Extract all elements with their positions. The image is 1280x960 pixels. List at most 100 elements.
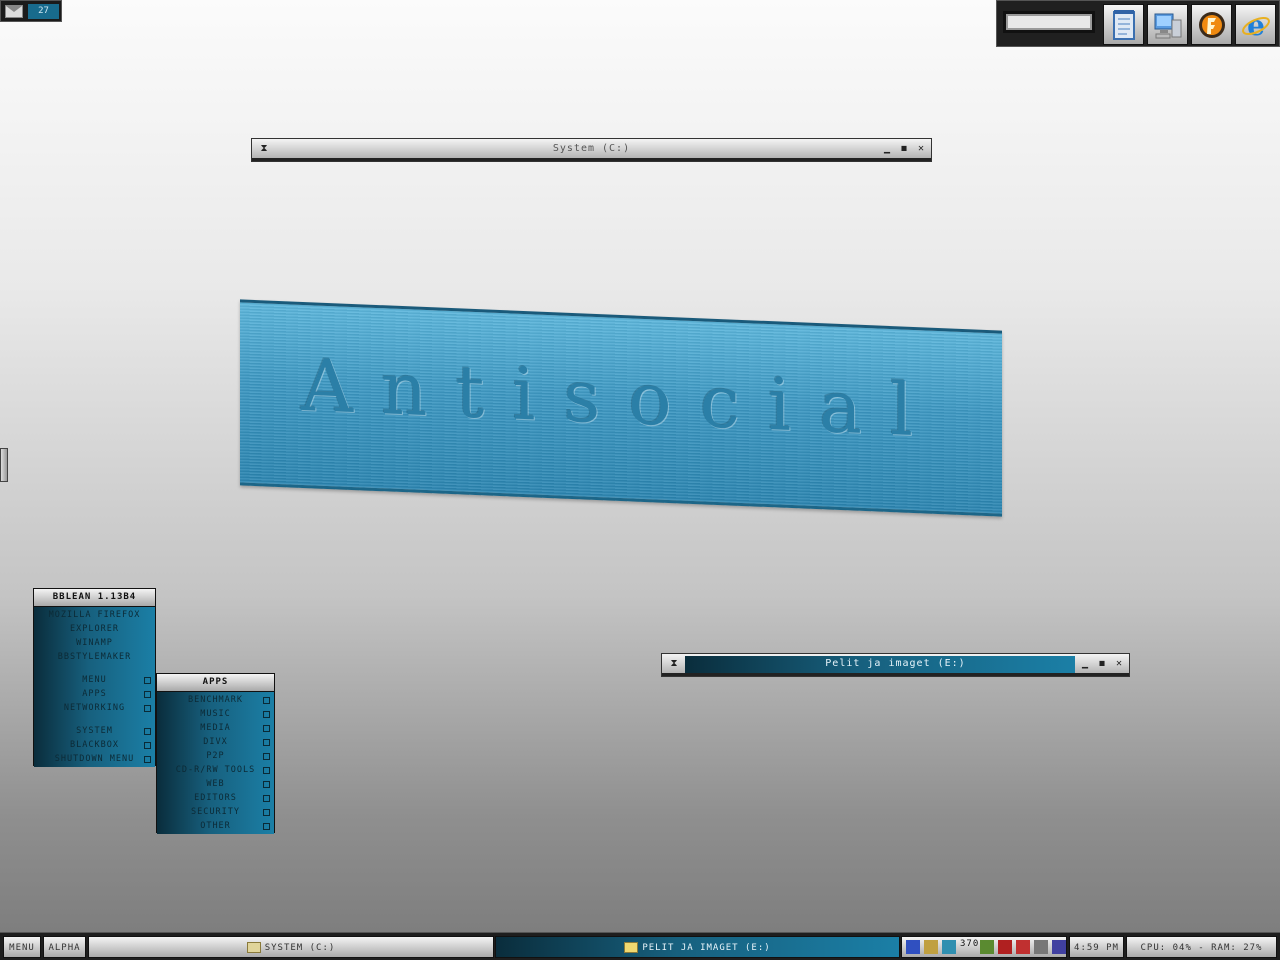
tray-badge[interactable]: 370 <box>960 937 979 951</box>
submenu-icon <box>263 781 270 788</box>
task-label: SYSTEM (C:) <box>264 943 336 953</box>
menu-item-label: NETWORKING <box>63 703 126 713</box>
apps-item-security[interactable]: SECURITY <box>157 805 274 819</box>
submenu-icon <box>263 823 270 830</box>
apps-item-divx[interactable]: DIVX <box>157 735 274 749</box>
main-menu: BBLEAN 1.13B4 MOZILLA FIREFOX EXPLORER W… <box>33 588 156 767</box>
maximize-icon[interactable]: ◼ <box>1096 658 1108 670</box>
banner-text: Antisocial <box>301 342 941 454</box>
apps-item-media[interactable]: MEDIA <box>157 721 274 735</box>
apps-item-web[interactable]: WEB <box>157 777 274 791</box>
menu-item-label: APPS <box>82 689 107 699</box>
toolbar-input[interactable] <box>1003 11 1095 33</box>
usb-icon[interactable] <box>1034 940 1048 954</box>
menu-item-winamp[interactable]: WINAMP <box>34 636 155 650</box>
apps-menu-body: BENCHMARK MUSIC MEDIA DIVX P2P CD-R/RW T… <box>157 692 274 834</box>
maximize-icon[interactable]: ◼ <box>898 143 910 155</box>
menu-item-explorer[interactable]: EXPLORER <box>34 622 155 636</box>
fl-studio-icon[interactable] <box>1191 4 1232 45</box>
menu-item-label: SECURITY <box>191 807 240 817</box>
taskbar-menu-button[interactable]: MENU <box>3 936 41 958</box>
apps-item-benchmark[interactable]: BENCHMARK <box>157 693 274 707</box>
window-title: System (C:) <box>552 143 631 154</box>
menu-item-label: MEDIA <box>200 723 231 733</box>
apps-item-p2p[interactable]: P2P <box>157 749 274 763</box>
window-system-titlebar[interactable]: ⧗ System (C:) ▁ ◼ ✕ <box>251 138 932 162</box>
task-system[interactable]: SYSTEM (C:) <box>88 936 494 958</box>
menu-item-menu[interactable]: MENU <box>34 673 155 687</box>
submenu-icon <box>144 691 151 698</box>
taskbar: MENU ALPHA SYSTEM (C:) PELIT JA IMAGET (… <box>0 932 1280 960</box>
monitor-icon[interactable] <box>980 940 994 954</box>
menu-item-shutdown[interactable]: SHUTDOWN MENU <box>34 752 155 766</box>
clock[interactable]: 4:59 PM <box>1069 936 1124 958</box>
minimize-icon[interactable]: ▁ <box>881 143 893 155</box>
my-computer-icon[interactable] <box>1147 4 1188 45</box>
menu-item-apps[interactable]: APPS <box>34 687 155 701</box>
apps-item-editors[interactable]: EDITORS <box>157 791 274 805</box>
window-frame-edge <box>662 673 1129 676</box>
submenu-icon <box>263 725 270 732</box>
window-frame-edge <box>252 158 931 161</box>
menu-item-label: MENU <box>82 675 107 685</box>
antivirus-icon[interactable] <box>998 940 1012 954</box>
menu-item-label: EDITORS <box>194 793 237 803</box>
folder-icon <box>246 942 261 953</box>
internet-explorer-icon[interactable]: e <box>1235 4 1276 45</box>
submenu-icon <box>144 742 151 749</box>
main-menu-title: BBLEAN 1.13B4 <box>34 589 155 607</box>
system-stats: CPU: 04% - RAM: 27% <box>1126 936 1277 958</box>
task-label: PELIT JA IMAGET (E:) <box>642 943 771 953</box>
apps-item-cdrw-tools[interactable]: CD-R/RW TOOLS <box>157 763 274 777</box>
window-pelit-titlebar[interactable]: ⧗ Pelit ja imaget (E:) ▁ ◼ ✕ <box>661 653 1130 677</box>
menu-item-label: SHUTDOWN MENU <box>54 754 135 764</box>
submenu-icon <box>144 728 151 735</box>
menu-item-label: CD-R/RW TOOLS <box>175 765 256 775</box>
svg-text:e: e <box>1247 9 1265 41</box>
submenu-icon <box>263 711 270 718</box>
plane-icon[interactable] <box>906 940 920 954</box>
mail-count: 27 <box>28 4 59 19</box>
notepad-icon[interactable] <box>1103 4 1144 45</box>
submenu-icon <box>263 809 270 816</box>
tool-icon[interactable] <box>924 940 938 954</box>
submenu-icon <box>144 756 151 763</box>
banner-panel: Antisocial <box>240 299 1002 517</box>
slit-toggle[interactable] <box>0 448 8 482</box>
apps-submenu: APPS BENCHMARK MUSIC MEDIA DIVX P2P CD-R… <box>156 673 275 834</box>
top-toolbar: e <box>996 0 1280 47</box>
taskbar-alpha-button[interactable]: ALPHA <box>43 936 86 958</box>
minimize-icon[interactable]: ▁ <box>1079 658 1091 670</box>
menu-item-bbstylemaker[interactable]: BBSTYLEMAKER <box>34 650 155 664</box>
menu-item-blackbox[interactable]: BLACKBOX <box>34 738 155 752</box>
menu-item-label: MUSIC <box>200 709 231 719</box>
apps-menu-title: APPS <box>157 674 274 692</box>
flash-icon[interactable] <box>1016 940 1030 954</box>
submenu-icon <box>263 795 270 802</box>
close-icon[interactable]: ✕ <box>1113 658 1125 670</box>
close-icon[interactable]: ✕ <box>915 143 927 155</box>
system-tray: 370 <box>901 936 1067 958</box>
mail-widget[interactable]: 27 <box>0 0 62 22</box>
menu-item-system[interactable]: SYSTEM <box>34 724 155 738</box>
menu-item-label: P2P <box>206 751 225 761</box>
shield-icon[interactable] <box>1052 940 1066 954</box>
menu-item-label: WEB <box>206 779 225 789</box>
menu-item-firefox[interactable]: MOZILLA FIREFOX <box>34 608 155 622</box>
submenu-icon <box>144 677 151 684</box>
task-pelit[interactable]: PELIT JA IMAGET (E:) <box>495 936 900 958</box>
menu-item-label: BENCHMARK <box>187 695 244 705</box>
menu-item-networking[interactable]: NETWORKING <box>34 701 155 715</box>
submenu-icon <box>144 705 151 712</box>
apps-item-music[interactable]: MUSIC <box>157 707 274 721</box>
menu-item-label: DIVX <box>203 737 228 747</box>
submenu-icon <box>263 753 270 760</box>
submenu-icon <box>263 767 270 774</box>
submenu-icon <box>263 697 270 704</box>
menu-item-label: BLACKBOX <box>70 740 119 750</box>
network-icon[interactable] <box>942 940 956 954</box>
apps-item-other[interactable]: OTHER <box>157 819 274 833</box>
menu-item-label: OTHER <box>200 821 231 831</box>
main-menu-body: MOZILLA FIREFOX EXPLORER WINAMP BBSTYLEM… <box>34 607 155 767</box>
folder-icon <box>624 942 639 953</box>
